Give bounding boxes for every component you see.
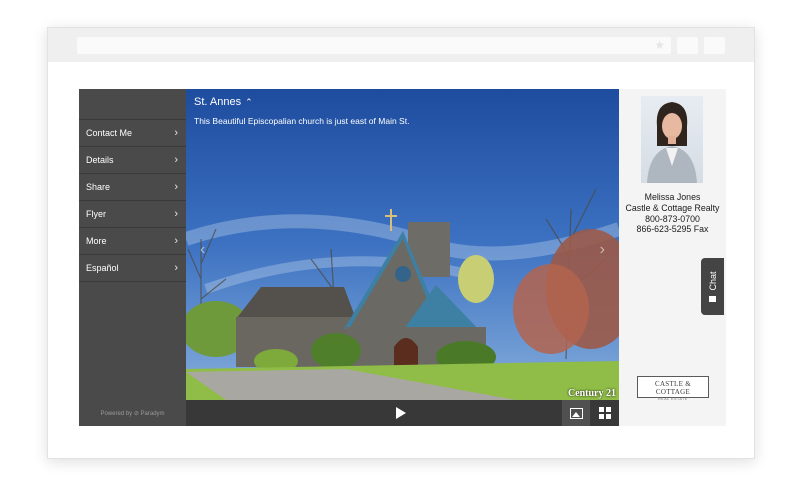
sidebar-item-label: Share [86, 182, 111, 192]
sidebar-menu: Contact Me › Details › Share › Flyer › M… [79, 119, 186, 282]
agent-portrait [647, 102, 697, 183]
chevron-right-icon: › [174, 208, 178, 220]
agent-company: Castle & Cottage Realty [625, 202, 720, 213]
star-icon[interactable]: ★ [654, 37, 665, 54]
browser-button-1[interactable] [677, 37, 698, 54]
browser-toolbar: ★ [48, 28, 754, 62]
logo-line-1: CASTLE & COTTAGE [654, 380, 692, 396]
chevron-right-icon: › [174, 181, 178, 193]
sidebar-item-label: Contact Me [86, 128, 133, 138]
powered-by[interactable]: Powered by ⊘ Paradym [79, 410, 186, 417]
agent-name: Melissa Jones [644, 192, 701, 202]
grid-icon-cell [606, 414, 611, 419]
sidebar-item-label: More [86, 236, 107, 246]
sidebar-item-label: Español [86, 263, 119, 273]
browser-button-2[interactable] [704, 37, 725, 54]
chevron-up-icon[interactable]: ⌃ [245, 97, 253, 108]
grid-icon-cell [606, 407, 611, 412]
chevron-right-icon: › [174, 154, 178, 166]
sidebar-item-espanol[interactable]: Español › [79, 255, 186, 282]
sidebar-item-contact-me[interactable]: Contact Me › [79, 120, 186, 147]
logo-line-2: REAL ESTATE [658, 397, 688, 401]
chat-bubble-icon [709, 296, 716, 302]
chevron-left-icon[interactable]: ‹ [200, 241, 205, 259]
grid-icon-cell [599, 414, 604, 419]
sidebar-item-share[interactable]: Share › [79, 174, 186, 201]
sidebar-item-details[interactable]: Details › [79, 147, 186, 174]
agent-contact: Melissa Jones Castle & Cottage Realty 80… [619, 192, 726, 235]
photo-description: This Beautiful Episcopalian church is ju… [194, 116, 410, 126]
gallery-button[interactable] [562, 400, 590, 426]
chevron-right-icon: › [174, 235, 178, 247]
agent-photo [641, 96, 703, 183]
powered-by-brand: Paradym [140, 411, 165, 417]
play-icon[interactable] [396, 407, 406, 419]
agent-panel: Melissa Jones Castle & Cottage Realty 80… [619, 89, 726, 426]
sidebar-item-flyer[interactable]: Flyer › [79, 201, 186, 228]
browser-window: ★ Contact Me › Details › Share › Flyer ›… [47, 27, 755, 459]
sidebar-item-label: Flyer [86, 209, 106, 219]
control-bar [186, 400, 619, 426]
century-21-watermark: Century 21 [567, 388, 616, 399]
photo-title[interactable]: St. Annes ⌃ [194, 96, 253, 108]
sidebar: Contact Me › Details › Share › Flyer › M… [79, 89, 186, 426]
property-photo[interactable]: St. Annes ⌃ This Beautiful Episcopalian c… [186, 89, 619, 400]
powered-by-label: Powered by [100, 411, 133, 417]
agent-phone[interactable]: 800-873-0700 [619, 214, 726, 225]
sidebar-item-label: Details [86, 155, 114, 165]
grid-icon-cell [599, 407, 604, 412]
chevron-right-icon: › [174, 127, 178, 139]
photo-title-text: St. Annes [194, 96, 242, 108]
thumbnails-button[interactable] [591, 400, 619, 426]
virtual-tour: Contact Me › Details › Share › Flyer › M… [79, 89, 726, 426]
paradym-logo-icon: ⊘ [133, 411, 139, 417]
chevron-right-icon[interactable]: › [600, 241, 605, 259]
chevron-right-icon: › [174, 262, 178, 274]
image-icon-mountain [572, 412, 580, 417]
chat-tab[interactable]: Chat [701, 258, 724, 315]
agent-fax: 866-623-5295 Fax [636, 224, 709, 235]
church-photo-illustration [186, 89, 619, 400]
brokerage-logo: CASTLE & COTTAGE REAL ESTATE [637, 376, 709, 401]
url-bar[interactable]: ★ [77, 37, 671, 54]
sidebar-item-more[interactable]: More › [79, 228, 186, 255]
